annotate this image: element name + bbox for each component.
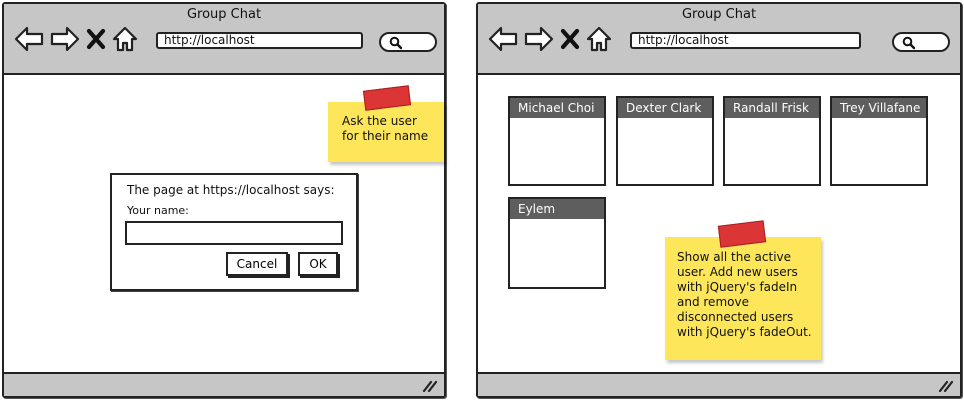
sticky-note: Ask the user for their name	[328, 102, 444, 162]
user-card: Dexter Clark	[616, 96, 714, 186]
search-box[interactable]	[892, 32, 950, 52]
nav-buttons	[488, 25, 612, 53]
user-name: Eylem	[510, 199, 604, 219]
ok-button[interactable]: OK	[298, 252, 338, 276]
window-title: Group Chat	[681, 7, 757, 22]
browser-chrome: Group Chat http://localhost	[4, 4, 444, 75]
forward-arrow-icon[interactable]	[524, 26, 554, 52]
address-bar[interactable]: http://localhost	[630, 32, 861, 49]
prompt-dialog: The page at https://localhost says: Your…	[110, 173, 358, 291]
close-x-icon[interactable]	[86, 28, 106, 50]
forward-arrow-icon[interactable]	[50, 26, 80, 52]
window-title: Group Chat	[186, 7, 262, 22]
browser-window-users: Group Chat http://localhost Michael Choi…	[476, 2, 962, 398]
name-field-label: Your name:	[127, 204, 189, 217]
status-bar	[478, 372, 960, 396]
address-bar[interactable]: http://localhost	[156, 32, 363, 49]
status-bar	[4, 372, 444, 396]
back-arrow-icon[interactable]	[14, 26, 44, 52]
user-name: Randall Frisk	[725, 98, 819, 118]
dialog-message: The page at https://localhost says:	[127, 183, 335, 197]
home-icon[interactable]	[112, 26, 138, 52]
search-box[interactable]	[379, 32, 437, 52]
resize-grip-icon[interactable]	[938, 380, 954, 392]
cancel-button[interactable]: Cancel	[226, 252, 288, 276]
back-arrow-icon[interactable]	[488, 26, 518, 52]
browser-chrome: Group Chat http://localhost	[478, 4, 960, 75]
user-name: Trey Villafane	[832, 98, 926, 118]
user-card: Eylem	[508, 197, 606, 289]
home-icon[interactable]	[586, 26, 612, 52]
user-name: Michael Choi	[510, 98, 604, 118]
nav-buttons	[14, 25, 138, 53]
page-content: Michael Choi Dexter Clark Randall Frisk …	[478, 75, 960, 372]
browser-window-prompt: Group Chat http://localhost Ask the user…	[2, 2, 446, 398]
user-card: Randall Frisk	[723, 96, 821, 186]
user-card: Michael Choi	[508, 96, 606, 186]
user-card: Trey Villafane	[830, 96, 928, 186]
sticky-note: Show all the active user. Add new users …	[665, 237, 821, 360]
resize-grip-icon[interactable]	[422, 380, 438, 392]
user-name: Dexter Clark	[618, 98, 712, 118]
page-content: Ask the user for their name The page at …	[4, 75, 444, 372]
close-x-icon[interactable]	[560, 28, 580, 50]
name-input[interactable]	[125, 221, 343, 245]
search-icon	[902, 36, 916, 50]
search-icon	[389, 36, 403, 50]
